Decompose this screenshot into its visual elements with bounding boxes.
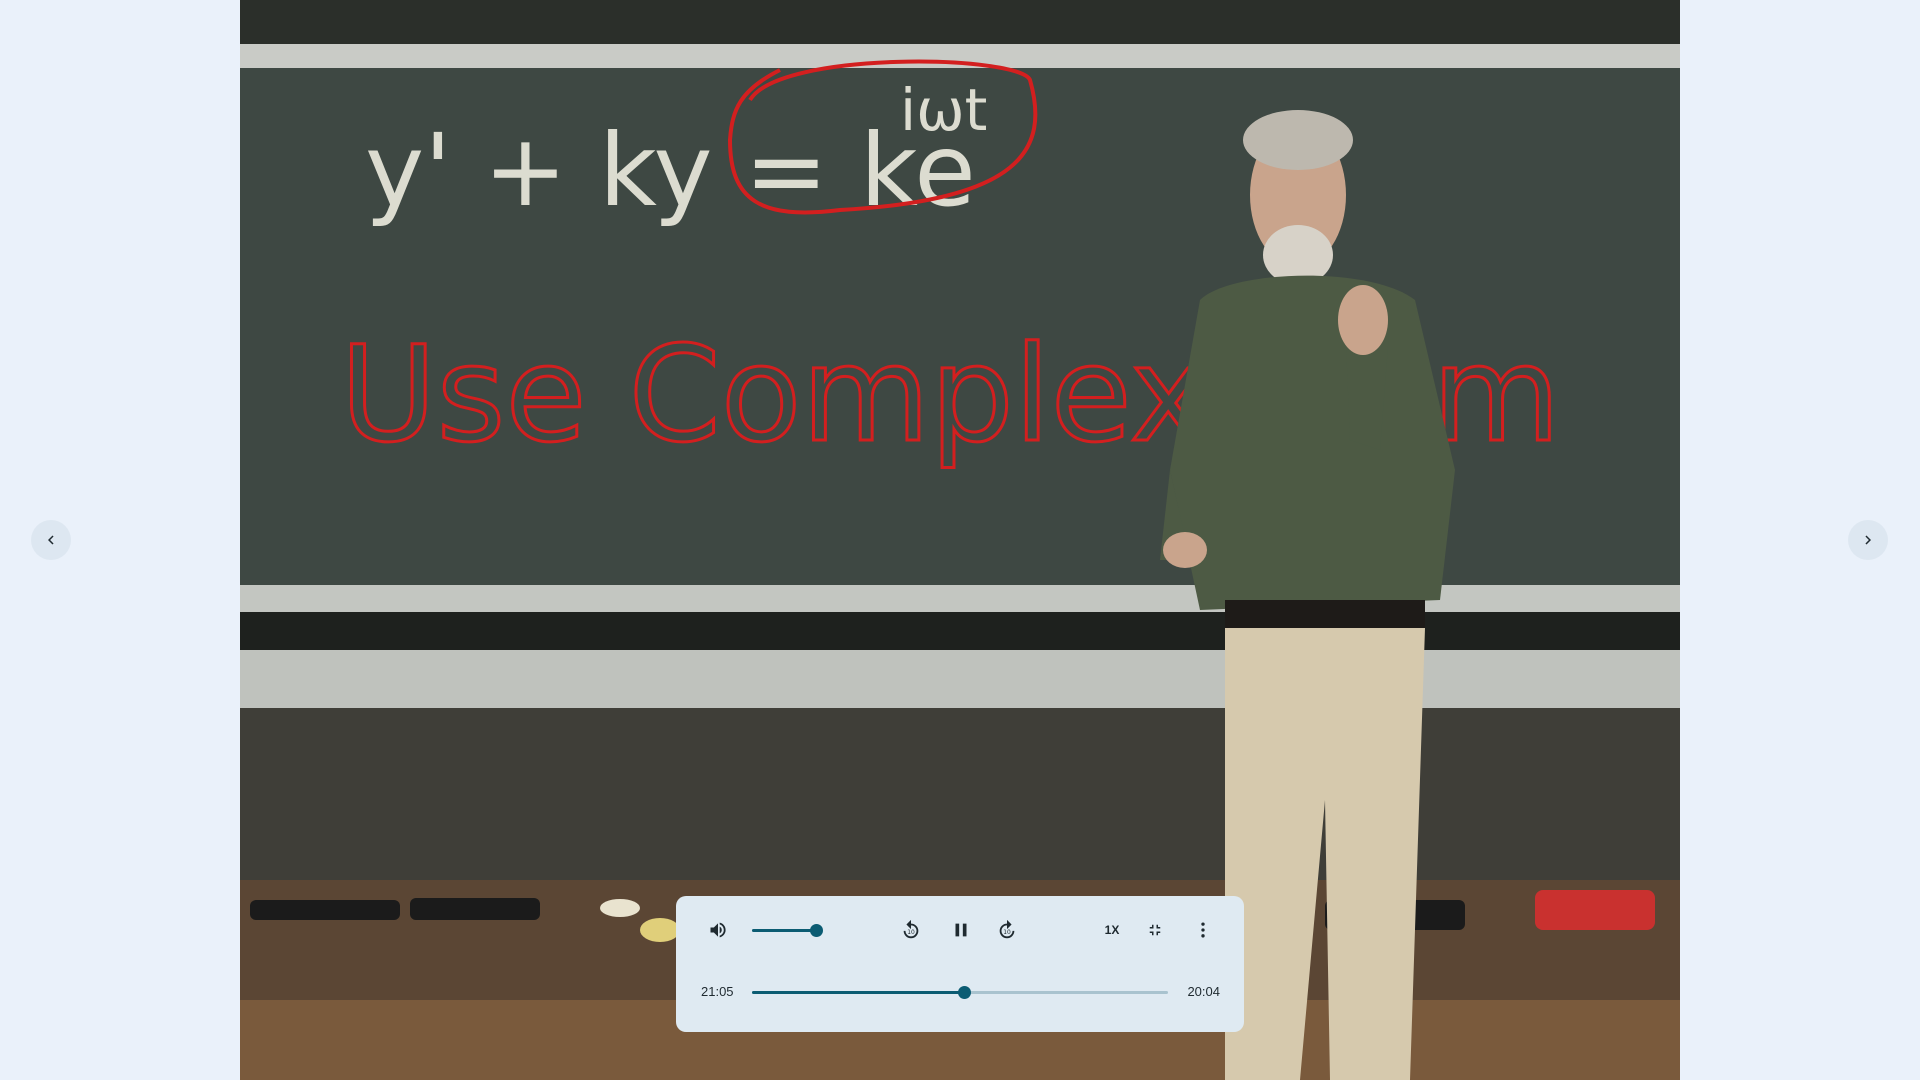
elapsed-time: 21:05 bbox=[701, 984, 734, 999]
playback-speed-button[interactable]: 1X bbox=[1098, 918, 1126, 942]
previous-button[interactable] bbox=[31, 520, 71, 560]
player-controls: 10 10 1X 21:05 20:04 bbox=[676, 896, 1244, 1032]
rewind-button[interactable]: 10 bbox=[898, 917, 924, 943]
chevron-left-icon bbox=[48, 535, 54, 545]
volume-fill bbox=[752, 929, 817, 932]
replay-10-icon: 10 bbox=[903, 919, 919, 939]
playback-speed-label: 1X bbox=[1104, 923, 1120, 937]
fullscreen-exit-icon bbox=[1149, 924, 1161, 936]
exit-fullscreen-button[interactable] bbox=[1143, 918, 1167, 942]
pause-icon bbox=[955, 923, 967, 937]
more-vert-icon bbox=[1201, 922, 1205, 938]
forward-10-icon: 10 bbox=[999, 919, 1015, 939]
chevron-right-icon bbox=[1865, 535, 1871, 545]
pause-button[interactable] bbox=[947, 916, 975, 944]
svg-text:10: 10 bbox=[1003, 929, 1011, 936]
volume-up-icon bbox=[710, 922, 726, 938]
volume-thumb[interactable] bbox=[809, 924, 823, 937]
forward-button[interactable]: 10 bbox=[994, 917, 1020, 943]
remaining-time: 20:04 bbox=[1187, 984, 1220, 999]
svg-text:10: 10 bbox=[907, 929, 915, 936]
board-exponent: iωt bbox=[900, 76, 987, 144]
next-button[interactable] bbox=[1848, 520, 1888, 560]
progress-thumb[interactable] bbox=[957, 986, 971, 999]
more-options-button[interactable] bbox=[1191, 918, 1215, 942]
volume-button[interactable] bbox=[706, 918, 730, 942]
progress-fill bbox=[752, 991, 965, 994]
board-equation: y' + ky = ke bbox=[365, 112, 976, 229]
